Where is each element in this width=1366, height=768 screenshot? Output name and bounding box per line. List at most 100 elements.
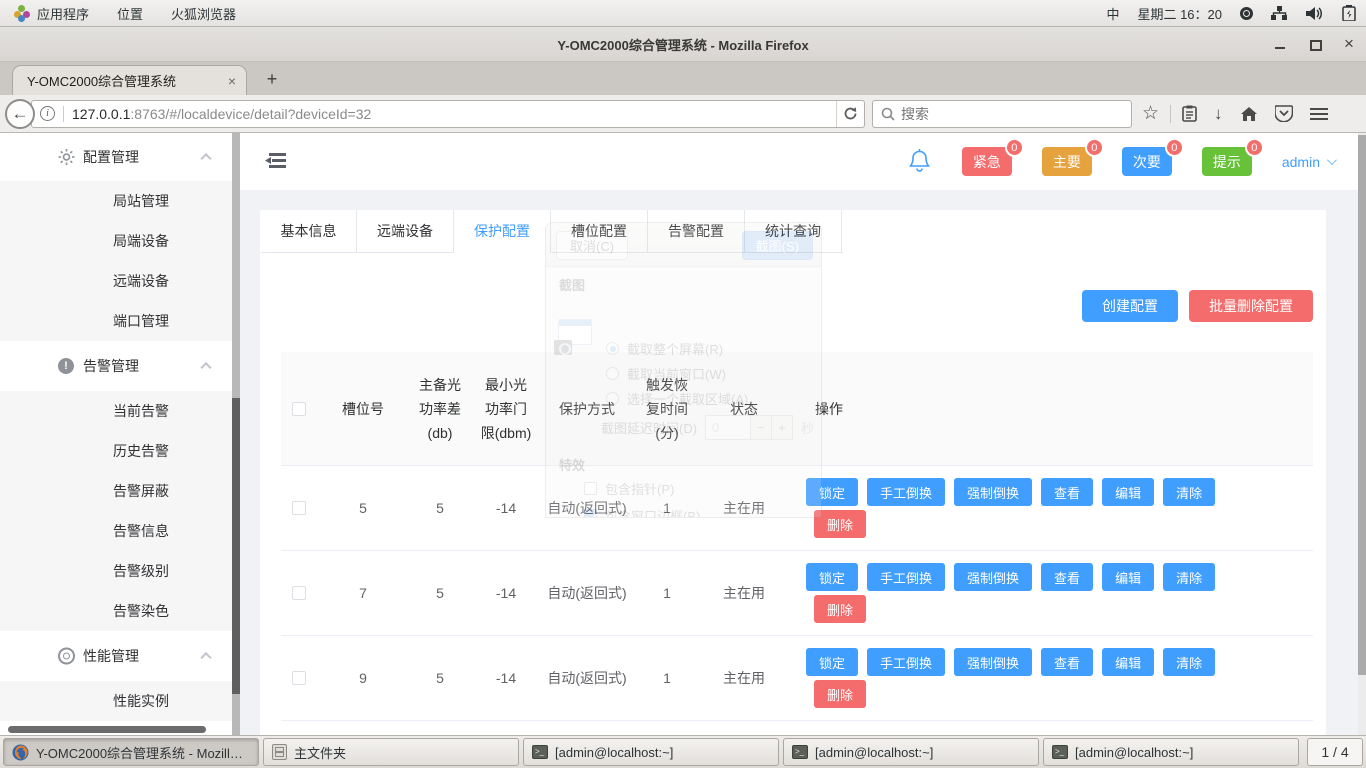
tab-close-icon[interactable]: × bbox=[228, 73, 236, 89]
force-switch-button[interactable]: 强制倒换 bbox=[954, 648, 1032, 676]
taskbar-window-terminal-2[interactable]: >_ [admin@localhost:~] bbox=[783, 738, 1039, 766]
home-icon[interactable] bbox=[1240, 106, 1258, 122]
clear-button[interactable]: 清除 bbox=[1163, 563, 1215, 591]
edit-button[interactable]: 编辑 bbox=[1102, 563, 1154, 591]
input-method-indicator[interactable]: 中 bbox=[1106, 4, 1119, 23]
lock-button[interactable]: 锁定 bbox=[806, 478, 858, 506]
workspace-pager[interactable]: 1 / 4 bbox=[1307, 738, 1363, 766]
alarm-badge-minor[interactable]: 次要 0 bbox=[1122, 147, 1172, 176]
lock-button[interactable]: 锁定 bbox=[806, 648, 858, 676]
sidebar-item-alarm-mask[interactable]: 告警屏蔽 bbox=[0, 471, 232, 511]
tab-basic-info[interactable]: 基本信息 bbox=[260, 210, 357, 253]
view-button[interactable]: 查看 bbox=[1041, 563, 1093, 591]
sidebar-item-current-alarm[interactable]: 当前告警 bbox=[0, 391, 232, 431]
clear-button[interactable]: 清除 bbox=[1163, 648, 1215, 676]
manual-switch-button[interactable]: 手工倒换 bbox=[867, 648, 945, 676]
create-config-button[interactable]: 创建配置 bbox=[1082, 290, 1178, 322]
select-all-checkbox[interactable] bbox=[292, 402, 306, 416]
tab-statistics-query[interactable]: 统计查询 bbox=[745, 210, 842, 253]
taskbar-window-firefox[interactable]: Y-OMC2000综合管理系统 - Mozill… bbox=[3, 738, 259, 766]
back-button[interactable]: ← bbox=[5, 99, 35, 129]
page-scrollbar[interactable] bbox=[1358, 133, 1366, 735]
bookmarks-menu-icon[interactable] bbox=[1182, 105, 1197, 122]
taskbar-window-terminal-1[interactable]: >_ [admin@localhost:~] bbox=[523, 738, 779, 766]
url-bar[interactable]: i 127.0.0.1:8763/#/localdevice/detail?de… bbox=[31, 100, 865, 128]
edit-button[interactable]: 编辑 bbox=[1102, 478, 1154, 506]
tab-label: 槽位配置 bbox=[571, 221, 627, 241]
network-icon[interactable] bbox=[1271, 6, 1288, 21]
url-text[interactable]: 127.0.0.1:8763/#/localdevice/detail?devi… bbox=[72, 106, 836, 122]
search-input[interactable] bbox=[901, 106, 1123, 122]
collapse-sidebar-icon[interactable] bbox=[265, 152, 286, 172]
lock-button[interactable]: 锁定 bbox=[806, 563, 858, 591]
volume-icon[interactable] bbox=[1306, 6, 1324, 21]
sidebar-item-remote-device[interactable]: 远端设备 bbox=[0, 261, 232, 301]
edit-button[interactable]: 编辑 bbox=[1102, 648, 1154, 676]
sidebar-item-label: 当前告警 bbox=[113, 401, 169, 421]
username: admin bbox=[1282, 154, 1320, 170]
bookmark-star-icon[interactable]: ☆ bbox=[1142, 104, 1159, 123]
sidebar-item-port-mgmt[interactable]: 端口管理 bbox=[0, 301, 232, 341]
sidebar-scrollbar-vertical[interactable] bbox=[232, 133, 240, 735]
clear-button[interactable]: 清除 bbox=[1163, 478, 1215, 506]
maximize-button[interactable] bbox=[1308, 37, 1322, 51]
sidebar-item-alarm-level[interactable]: 告警级别 bbox=[0, 551, 232, 591]
downloads-icon[interactable]: ↓ bbox=[1214, 104, 1223, 124]
batch-delete-config-button[interactable]: 批量删除配置 bbox=[1189, 290, 1313, 322]
row-checkbox[interactable] bbox=[292, 586, 306, 600]
close-button[interactable]: × bbox=[1342, 37, 1356, 51]
firefox-menu[interactable]: 火狐浏览器 bbox=[157, 0, 250, 26]
alarm-badge-hint[interactable]: 提示 0 bbox=[1202, 147, 1252, 176]
tab-remote-device[interactable]: 远端设备 bbox=[357, 210, 454, 253]
sidebar-item-history-alarm[interactable]: 历史告警 bbox=[0, 431, 232, 471]
delete-button[interactable]: 删除 bbox=[814, 595, 866, 623]
sidebar-section-alarm[interactable]: ! 告警管理 bbox=[0, 341, 232, 391]
alarm-badge-major[interactable]: 主要 0 bbox=[1042, 147, 1092, 176]
sidebar-section-performance[interactable]: 性能管理 bbox=[0, 631, 232, 681]
reload-button[interactable] bbox=[836, 101, 864, 127]
sidebar-item-alarm-color[interactable]: 告警染色 bbox=[0, 591, 232, 631]
sidebar-item-performance-instance[interactable]: 性能实例 bbox=[0, 681, 232, 721]
places-menu[interactable]: 位置 bbox=[103, 0, 157, 26]
force-switch-button[interactable]: 强制倒换 bbox=[954, 478, 1032, 506]
page-scrollbar-thumb[interactable] bbox=[1358, 135, 1366, 675]
sidebar-item-local-device[interactable]: 局端设备 bbox=[0, 221, 232, 261]
sidebar-scrollbar-thumb[interactable] bbox=[232, 398, 240, 694]
tab-label: 保护配置 bbox=[474, 221, 530, 241]
record-icon[interactable] bbox=[1240, 7, 1253, 20]
row-checkbox[interactable] bbox=[292, 671, 306, 685]
applications-menu[interactable]: 应用程序 bbox=[0, 0, 103, 26]
taskbar-window-home-folder[interactable]: 主文件夹 bbox=[263, 738, 519, 766]
manual-switch-button[interactable]: 手工倒换 bbox=[867, 478, 945, 506]
table-row: 5 5 -14 自动(返回式) 1 主在用 锁定 手工倒换 强制倒换 查看 编辑… bbox=[281, 466, 1313, 551]
user-menu[interactable]: admin bbox=[1282, 154, 1334, 170]
manual-switch-button[interactable]: 手工倒换 bbox=[867, 563, 945, 591]
minimize-button[interactable] bbox=[1274, 37, 1288, 51]
taskbar-window-terminal-3[interactable]: >_ [admin@localhost:~] bbox=[1043, 738, 1299, 766]
menu-icon[interactable] bbox=[1310, 105, 1328, 123]
alarm-badge-critical[interactable]: 紧急 0 bbox=[962, 147, 1012, 176]
view-button[interactable]: 查看 bbox=[1041, 478, 1093, 506]
battery-icon[interactable] bbox=[1342, 5, 1356, 21]
delete-button[interactable]: 删除 bbox=[814, 680, 866, 708]
browser-tab[interactable]: Y-OMC2000综合管理系统 × bbox=[12, 65, 247, 95]
header-actions: 操作 bbox=[787, 397, 1313, 421]
clock[interactable]: 星期二 16：20 bbox=[1137, 4, 1222, 23]
site-info-icon[interactable]: i bbox=[40, 106, 55, 121]
row-checkbox[interactable] bbox=[292, 501, 306, 515]
search-bar[interactable] bbox=[872, 100, 1132, 128]
bell-icon[interactable] bbox=[907, 148, 932, 175]
sidebar-item-station-mgmt[interactable]: 局站管理 bbox=[0, 181, 232, 221]
sidebar-section-config[interactable]: 配置管理 bbox=[0, 133, 232, 181]
sidebar-item-alarm-info[interactable]: 告警信息 bbox=[0, 511, 232, 551]
force-switch-button[interactable]: 强制倒换 bbox=[954, 563, 1032, 591]
pocket-icon[interactable] bbox=[1275, 105, 1293, 122]
sidebar-scrollbar-horizontal[interactable] bbox=[8, 726, 206, 733]
tab-protection-config[interactable]: 保护配置 bbox=[454, 210, 551, 253]
view-button[interactable]: 查看 bbox=[1041, 648, 1093, 676]
delete-button[interactable]: 删除 bbox=[814, 510, 866, 538]
tab-label: 统计查询 bbox=[765, 221, 821, 241]
tab-slot-config[interactable]: 槽位配置 bbox=[551, 210, 648, 253]
tab-alarm-config[interactable]: 告警配置 bbox=[648, 210, 745, 253]
new-tab-button[interactable]: + bbox=[258, 66, 286, 92]
